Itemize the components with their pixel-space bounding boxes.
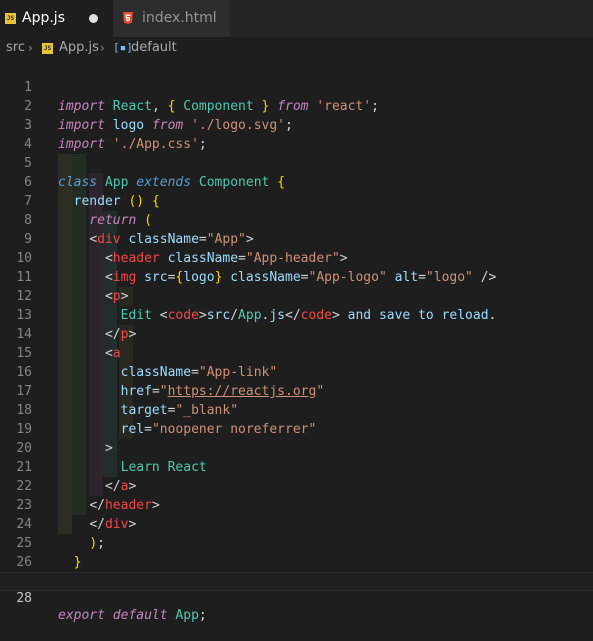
code-line[interactable]: 1 import React, { Component } from 'reac… [0, 59, 593, 114]
breadcrumb-file[interactable]: App.js [59, 40, 99, 56]
tab-app-js[interactable]: JS App.js [0, 0, 113, 37]
tab-label: App.js [22, 10, 65, 26]
code-line[interactable]: 5 class App extends Component { [0, 135, 593, 190]
code-line[interactable]: 19 > [0, 401, 593, 456]
js-icon: JS [5, 13, 16, 24]
code-line[interactable]: 8 <div className="App"> [0, 192, 593, 247]
symbol-variable-icon: [▪] [113, 41, 133, 54]
code-line[interactable]: 22 </header> [0, 458, 593, 513]
breadcrumb-folder[interactable]: src [6, 40, 25, 56]
code-line[interactable]: 2 import logo from './logo.svg'; [0, 78, 593, 133]
breadcrumb: src › JS App.js › [▪] default [0, 37, 593, 59]
code-line[interactable]: 25 } [0, 515, 593, 570]
chevron-right-icon: › [28, 41, 33, 55]
code-line[interactable]: 21 </a> [0, 439, 593, 494]
unsaved-dot-icon[interactable] [89, 14, 98, 23]
code-line[interactable]: 12 Edit <code>src/App.js</code> and save… [0, 268, 593, 323]
code-line[interactable]: 14 <a [0, 306, 593, 361]
line-content: export default App; [58, 608, 207, 623]
breadcrumb-symbol[interactable]: default [131, 40, 177, 56]
tab-bar: JS App.js index.html [0, 0, 593, 37]
code-line[interactable]: 3 import './App.css'; [0, 97, 593, 152]
tab-label: index.html [142, 10, 217, 26]
code-line[interactable]: 11 <p> [0, 249, 593, 304]
code-line[interactable]: 18 rel="noopener noreferrer" [0, 382, 593, 437]
code-line[interactable]: 16 href="https://reactjs.org" [0, 344, 593, 399]
code-line[interactable]: 9 <header className="App-header"> [0, 211, 593, 266]
code-line[interactable]: 26 } [0, 534, 593, 589]
code-line[interactable]: 24 ); [0, 496, 593, 551]
code-line[interactable]: 20 Learn React [0, 420, 593, 475]
code-line[interactable]: 13 </p> [0, 287, 593, 342]
chevron-right-icon: › [100, 41, 105, 55]
html5-icon [123, 12, 133, 24]
tab-index-html[interactable]: index.html [113, 0, 230, 37]
code-line[interactable]: 23 </div> [0, 477, 593, 532]
code-line[interactable]: 7 return ( [0, 173, 593, 228]
code-line[interactable]: 15 className="App-link" [0, 325, 593, 380]
code-line[interactable]: 27 [0, 553, 593, 589]
js-icon: JS [42, 43, 53, 54]
code-line[interactable]: 10 <img src={logo} className="App-logo" … [0, 230, 593, 285]
code-line[interactable]: 6 render () { [0, 154, 593, 209]
code-editor[interactable]: 1 import React, { Component } from 'reac… [0, 59, 593, 623]
code-line[interactable]: 4 [0, 116, 593, 152]
code-line[interactable]: 17 target="_blank" [0, 363, 593, 418]
code-line-current[interactable]: 28 export default App; [0, 572, 593, 623]
